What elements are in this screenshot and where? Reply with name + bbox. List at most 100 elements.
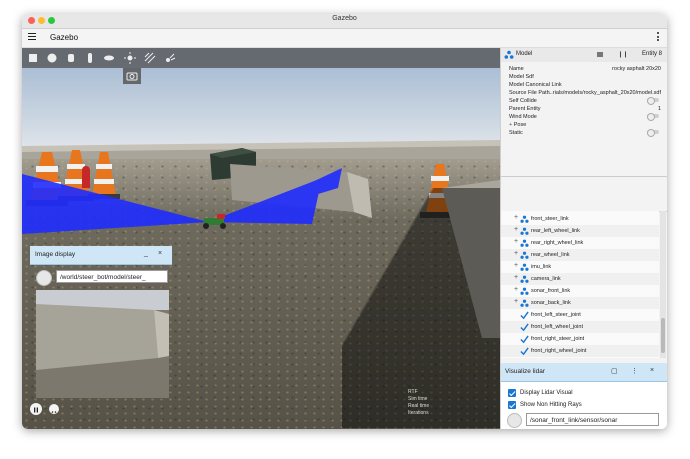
- title-bar: Gazebo: [22, 14, 667, 29]
- image-display-title: Image display: [35, 251, 76, 258]
- screenshot-camera-icon[interactable]: [123, 68, 141, 84]
- joint-icon: [520, 322, 529, 331]
- tree-row[interactable]: + front_steer_link: [501, 213, 659, 225]
- visualize-lidar-title: Visualize lidar: [505, 368, 545, 375]
- prop-source-file-path: Source File Path ...rials/models/rocky_as…: [509, 90, 661, 96]
- app-title: Gazebo: [50, 33, 79, 42]
- tree-row-label: camera_link: [531, 276, 561, 282]
- steer-bot: [203, 214, 226, 229]
- sphere-icon[interactable]: [45, 51, 59, 65]
- prop-pose[interactable]: + Pose: [509, 122, 661, 128]
- prop-wind-mode: Wind Mode: [509, 113, 661, 121]
- menu-icon[interactable]: [28, 33, 36, 41]
- component-inspector-title: Model: [516, 51, 533, 57]
- display-lidar-visual-checkbox[interactable]: [508, 389, 516, 397]
- tree-row-label: front_steer_link: [531, 216, 569, 222]
- tree-row[interactable]: + rear_wheel_link: [501, 249, 659, 261]
- app-bar: Gazebo: [22, 29, 667, 48]
- lidar-topic-dropdown[interactable]: /sonar_front_link/sensor/sonar: [526, 413, 659, 426]
- step-button[interactable]: [49, 404, 59, 414]
- tree-row[interactable]: + rear_left_wheel_link: [501, 225, 659, 237]
- wind-mode-toggle[interactable]: [647, 113, 659, 121]
- link-icon: [520, 299, 529, 307]
- expand-icon[interactable]: +: [514, 298, 518, 305]
- joint-icon: [520, 310, 529, 319]
- box-icon[interactable]: [26, 51, 40, 65]
- tree-row[interactable]: front_left_steer_joint: [501, 309, 659, 321]
- link-icon: [520, 287, 529, 295]
- tree-row-label: front_left_steer_joint: [531, 312, 581, 318]
- directional-light-icon[interactable]: [143, 51, 157, 65]
- refresh-lidar-topic-icon[interactable]: [507, 413, 522, 428]
- refresh-topic-icon[interactable]: [36, 270, 52, 286]
- expand-icon[interactable]: +: [514, 274, 518, 281]
- tree-row[interactable]: front_right_wheel_joint: [501, 345, 659, 357]
- display-lidar-visual-label: Display Lidar Visual: [520, 390, 573, 396]
- play-pause-button[interactable]: [30, 403, 42, 415]
- tree-row-label: rear_wheel_link: [531, 252, 570, 258]
- tree-row-label: front_left_wheel_joint: [531, 324, 583, 330]
- entity-tree-scroll-thumb[interactable]: [661, 318, 665, 353]
- show-non-hitting-rays-label: Show Non Hitting Rays: [520, 402, 582, 408]
- iterations-label: Iterations: [408, 410, 429, 416]
- tree-row-label: rear_left_wheel_link: [531, 228, 580, 234]
- panel-divider: [501, 176, 667, 212]
- tree-row[interactable]: + imu_link: [501, 261, 659, 273]
- expand-icon[interactable]: +: [514, 214, 518, 221]
- link-icon: [520, 251, 529, 259]
- spot-light-icon[interactable]: [163, 51, 177, 65]
- expand-icon[interactable]: +: [514, 238, 518, 245]
- tree-row-label: front_right_steer_joint: [531, 336, 585, 342]
- image-topic-dropdown[interactable]: /world/steer_bot/model/steer_: [56, 270, 168, 283]
- prop-static: Static: [509, 129, 661, 137]
- model-icon: [504, 50, 514, 59]
- expand-icon[interactable]: +: [514, 226, 518, 233]
- rtf-label: RTF: [408, 389, 418, 395]
- joint-icon: [520, 334, 529, 343]
- link-icon: [520, 263, 529, 271]
- tree-row[interactable]: + rear_right_wheel_link: [501, 237, 659, 249]
- image-display-header[interactable]: Image display _ ×: [30, 246, 172, 265]
- traffic-cone-right: [88, 152, 120, 199]
- sim-time-label: Sim time: [408, 396, 428, 402]
- tree-row[interactable]: front_right_steer_joint: [501, 333, 659, 345]
- self-collide-toggle[interactable]: [647, 97, 659, 105]
- world-stats: RTF Sim time Real time Iterations: [408, 389, 429, 417]
- camera-image: [36, 290, 169, 398]
- prop-self-collide: Self Collide: [509, 97, 661, 105]
- expand-icon[interactable]: +: [514, 262, 518, 269]
- lock-icon[interactable]: [597, 52, 603, 57]
- scene-3d[interactable]: Image display _ × /world/steer_bot/model…: [22, 48, 500, 429]
- prop-model-sdf[interactable]: Model Sdf: [509, 74, 661, 80]
- capsule-icon[interactable]: [83, 51, 97, 65]
- image-display-close-button[interactable]: ×: [158, 250, 162, 257]
- prop-parent-entity: Parent Entity 1: [509, 106, 661, 112]
- tree-row-label: rear_right_wheel_link: [531, 240, 584, 246]
- static-toggle[interactable]: [647, 129, 659, 137]
- expand-icon[interactable]: +: [514, 250, 518, 257]
- link-icon: [520, 227, 529, 235]
- lidar-close-icon[interactable]: ×: [650, 367, 654, 374]
- lidar-settings-icon[interactable]: ▢: [611, 367, 618, 375]
- tree-row-label: imu_link: [531, 264, 552, 270]
- image-display-panel: Image display _ × /world/steer_bot/model…: [30, 246, 172, 406]
- pause-updates-icon[interactable]: ❙❙: [618, 51, 628, 58]
- sun-light-icon[interactable]: [123, 51, 137, 65]
- tree-row[interactable]: front_left_wheel_joint: [501, 321, 659, 333]
- tree-row[interactable]: + sonar_front_link: [501, 285, 659, 297]
- tree-row[interactable]: + sonar_back_link: [501, 297, 659, 309]
- image-display-minimize-button[interactable]: _: [144, 250, 148, 257]
- tree-row-label: sonar_front_link: [531, 288, 571, 294]
- lidar-more-icon[interactable]: ⋮: [631, 367, 638, 375]
- expand-icon[interactable]: +: [514, 286, 518, 293]
- right-panel: Model ❙❙ Entity 8 Name rocky asphalt 20x2…: [500, 48, 667, 429]
- prop-model-canonical-link: Model Canonical Link: [509, 82, 562, 88]
- real-time-label: Real time: [408, 403, 430, 409]
- visualize-lidar-header[interactable]: Visualize lidar ▢ ⋮ ×: [501, 363, 667, 382]
- ellipsoid-icon[interactable]: [102, 51, 116, 65]
- more-options-icon[interactable]: [657, 32, 659, 43]
- tree-row[interactable]: + camera_link: [501, 273, 659, 285]
- show-non-hitting-rays-checkbox[interactable]: [508, 401, 516, 409]
- gazebo-window: Gazebo Gazebo Image display _ × /world/s…: [22, 14, 667, 429]
- cylinder-icon[interactable]: [64, 51, 78, 65]
